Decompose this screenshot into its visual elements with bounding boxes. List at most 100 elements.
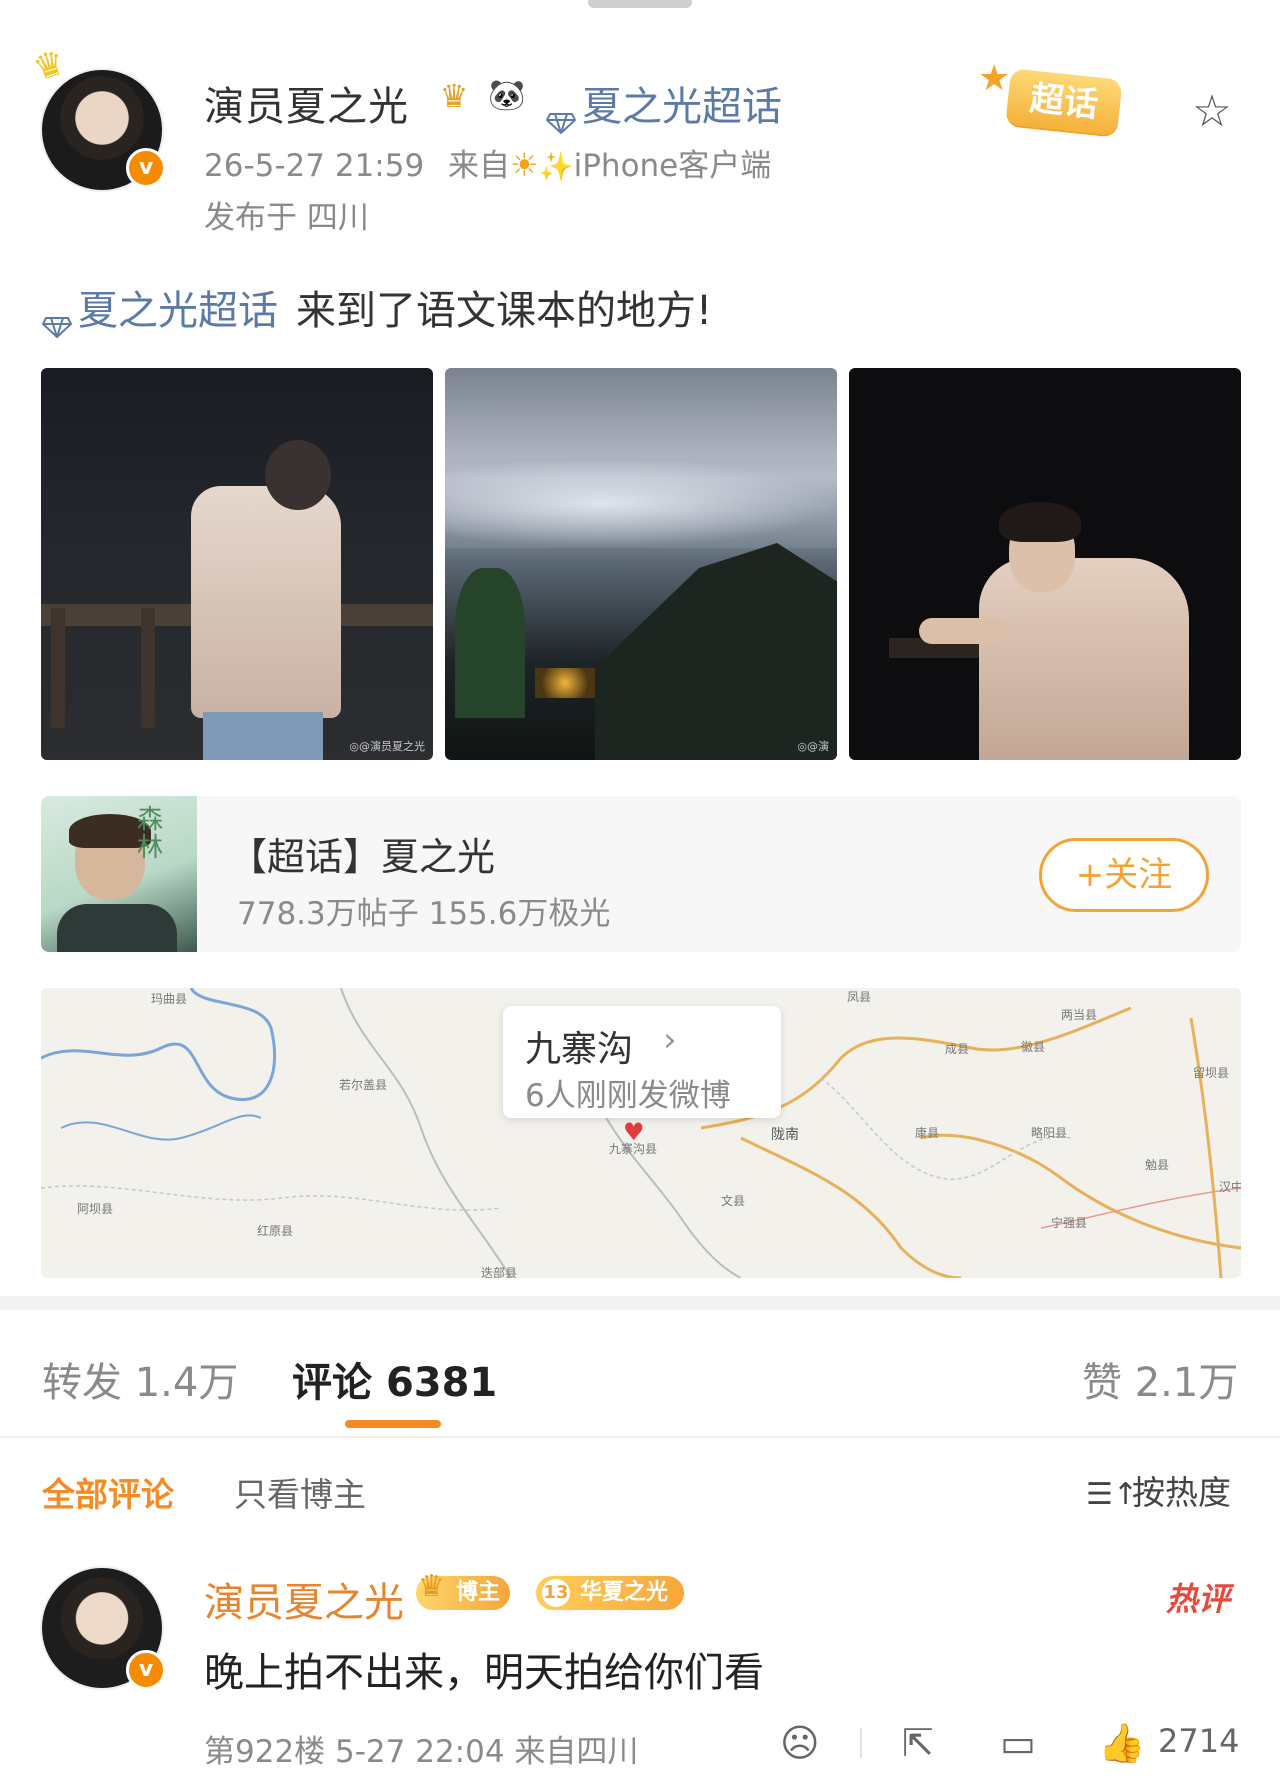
emoji-icon[interactable]: ☹ [780,1720,820,1766]
comment-icon[interactable]: ▭ [1000,1720,1036,1766]
post-photo-3[interactable] [849,368,1241,760]
share-icon[interactable]: ⇱ [902,1720,934,1766]
thumb-calligraphy: 森林 [137,805,164,863]
star-decor-icon: ★ [978,58,1011,99]
railing-post [51,608,65,728]
tab-repost[interactable]: 转发 1.4万 [42,1350,238,1408]
tab-comment-count: 6381 [385,1360,498,1406]
verified-icon: v [126,1650,166,1690]
comment-text: 晚上拍不出来，明天拍给你们看 [204,1650,764,1696]
author-badges: ♛ 🐼 [430,76,530,116]
hot-comment-tag: 热评 [1166,1580,1231,1618]
map-label: 文县 [721,1194,746,1208]
map-label: 阿坝县 [77,1202,114,1216]
lights [535,668,595,698]
map-label: 凤县 [847,990,872,1004]
post-body: 来到了语文课本的地方! [296,288,713,334]
supertopic-badge-label: 超话 [1005,68,1123,136]
post-tag[interactable]: 夏之光超话 [41,288,278,341]
owner-badge: ♛ 博主 [416,1570,511,1610]
author-avatar[interactable]: ♛ v [29,42,166,192]
diamond-icon [545,98,577,137]
author-name[interactable]: 演员夏之光 [204,74,409,132]
source-client[interactable]: iPhone客户端 [574,148,772,184]
person-hair [999,502,1081,542]
person-shirt [979,558,1189,760]
post-location: 发布于 四川 [204,200,369,236]
source-prefix: 来自 [448,148,511,184]
location-name: 九寨沟 [525,1029,634,1070]
map-label: 徽县 [1021,1040,1046,1054]
verified-icon: v [126,148,166,188]
post-meta: 26-5-27 21:59 来自☀✨iPhone客户端 [204,140,771,185]
map-label: 成县 [945,1042,970,1056]
sort-button[interactable]: ☰↑按热度 [1086,1466,1231,1514]
railing-post [141,608,155,728]
tree [455,568,525,718]
sort-label: 按热度 [1132,1473,1231,1512]
map-label: 两当县 [1061,1008,1098,1022]
panda-icon[interactable]: 🐼 [484,76,530,116]
owner-badge-label: 博主 [456,1580,501,1605]
supertopic-link-label: 夏之光超话 [582,84,782,130]
supertopic-link[interactable]: 夏之光超话 [545,74,782,137]
map-pin-icon: ♥ [623,1118,645,1146]
person-arm [919,618,1009,644]
map-label: 略阳县 [1031,1126,1068,1140]
map-label: 留坝县 [1193,1066,1230,1080]
location-popup[interactable]: 九寨沟 › 6人刚刚发微博 [503,1006,781,1118]
tab-comment-label: 评论 [292,1360,372,1406]
comment-avatar[interactable]: v [40,1566,166,1690]
post-photo-2[interactable]: ◎@演 [445,368,837,760]
person-jeans [203,712,323,760]
tab-like[interactable]: 赞 2.1万 [1082,1350,1238,1408]
map-label: 迭部县 [481,1266,518,1278]
map-label: 红原县 [257,1224,294,1238]
watermark: ◎@演 [797,740,829,753]
like-count: 2714 [1158,1722,1240,1760]
supertopic-card[interactable]: 森林 【超话】夏之光 778.3万帖子 155.6万极光 +关注 [41,796,1241,952]
sort-icon: ☰↑ [1086,1477,1139,1512]
tab-active-indicator [345,1420,441,1428]
divider [0,1436,1280,1438]
map-label: 勉县 [1145,1158,1170,1172]
diamond-icon [41,302,73,341]
cloud [445,458,837,548]
filter-all-comments[interactable]: 全部评论 [42,1468,174,1516]
supertopic-badge[interactable]: ★ 超话 [978,58,1138,144]
chevron-right-icon: › [663,1020,677,1060]
person-head [265,440,331,510]
like-icon[interactable]: 👍 [1098,1720,1145,1766]
map-label: 康县 [915,1126,940,1140]
fan-badge[interactable]: 13 华夏之光 [536,1576,685,1610]
crown-icon: ♛ [418,1569,445,1604]
mountain [595,543,837,760]
location-map[interactable]: 玛曲县 若尔盖县 九寨沟县 陇南 成县 康县 略阳县 两当县 徽县 文县 勉县 … [41,988,1241,1278]
follow-button[interactable]: +关注 [1039,838,1209,912]
map-label: 若尔盖县 [339,1078,388,1092]
fan-level: 13 [542,1579,570,1607]
map-label: 宁强县 [1051,1216,1088,1230]
post-tag-label: 夏之光超话 [78,288,278,334]
thumb-body [57,904,177,952]
post-photo-1[interactable]: ◎@演员夏之光 [41,368,433,760]
action-separator [860,1728,862,1758]
supertopic-title: 【超话】夏之光 [229,835,496,879]
person-shirt [191,486,341,718]
map-label: 汉中 [1219,1180,1241,1194]
watermark: ◎@演员夏之光 [349,740,425,753]
sparkle-icon: ✨ [538,150,574,183]
fan-badge-label: 华夏之光 [580,1580,669,1605]
sun-icon: ☀ [510,146,539,184]
post-text: 夏之光超话 来到了语文课本的地方! [41,278,713,341]
tab-comment[interactable]: 评论 6381 [292,1350,497,1408]
comment-author[interactable]: 演员夏之光 [204,1570,404,1628]
map-label: 陇南 [771,1127,799,1143]
star-icon[interactable]: ☆ [1188,88,1236,136]
map-label: 玛曲县 [151,992,188,1006]
supertopic-thumbnail: 森林 [41,796,197,952]
filter-owner-only[interactable]: 只看博主 [234,1468,366,1516]
crown-icon[interactable]: ♛ [430,76,478,116]
drag-handle[interactable] [588,0,692,8]
location-activity: 6人刚刚发微博 [525,1078,731,1114]
